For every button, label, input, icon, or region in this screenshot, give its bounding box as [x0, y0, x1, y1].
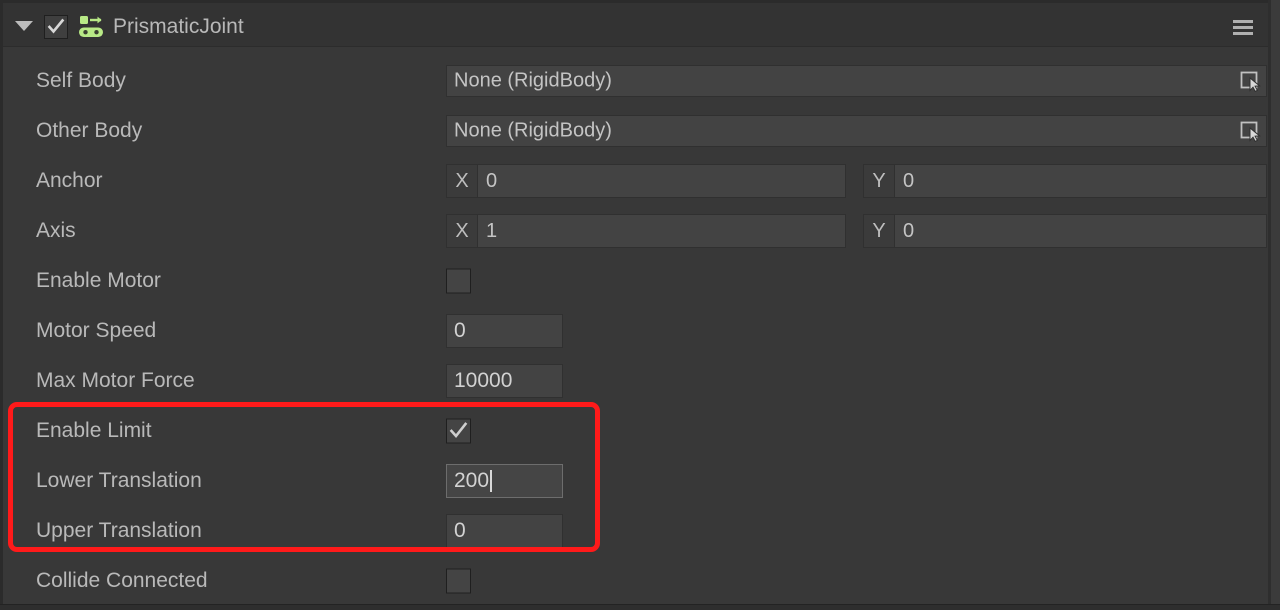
- property-row-motor-speed: Motor Speed 0: [3, 306, 1268, 356]
- object-field-other-body[interactable]: None (RigidBody): [446, 115, 1267, 147]
- axis-value-y[interactable]: 0: [895, 165, 1266, 197]
- check-icon: [449, 422, 468, 439]
- property-row-enable-motor: Enable Motor: [3, 256, 1268, 306]
- label-enable-limit: Enable Limit: [36, 419, 152, 442]
- panel-right-rail: [1271, 0, 1280, 610]
- property-row-anchor: Anchor X 0 Y 0: [3, 156, 1268, 206]
- vector-field-axis-y[interactable]: Y0: [863, 214, 1267, 248]
- property-row-enable-limit: Enable Limit: [3, 406, 1268, 456]
- check-icon: [47, 18, 65, 34]
- number-field-max-motor-force[interactable]: 10000: [446, 364, 563, 398]
- object-field-self-body[interactable]: None (RigidBody): [446, 65, 1267, 97]
- number-field-lower-translation[interactable]: 200: [446, 464, 563, 498]
- checkbox-collide-connected[interactable]: [446, 568, 471, 594]
- label-motor-speed: Motor Speed: [36, 319, 157, 342]
- property-row-max-motor-force: Max Motor Force 10000: [3, 356, 1268, 406]
- object-field-value: None (RigidBody): [454, 69, 612, 92]
- vector-field-anchor-x[interactable]: X0: [446, 164, 846, 198]
- inspector-panel: PrismaticJoint Self Body None (RigidBody)…: [0, 0, 1280, 610]
- vector-field-axis-x[interactable]: X1: [446, 214, 846, 248]
- label-collide-connected: Collide Connected: [36, 569, 208, 592]
- property-row-upper-translation: Upper Translation 0: [3, 506, 1268, 556]
- number-field-value: 10000: [454, 369, 513, 392]
- text-caret: [490, 470, 493, 492]
- panel-right-edge: [1268, 0, 1271, 610]
- number-field-upper-translation[interactable]: 0: [446, 514, 563, 548]
- property-row-lower-translation: Lower Translation 200: [3, 456, 1268, 506]
- checkbox-enable-motor[interactable]: [446, 268, 471, 294]
- axis-value-y[interactable]: 0: [895, 215, 1266, 247]
- property-row-other-body: Other Body None (RigidBody): [3, 106, 1268, 156]
- checkbox-enable-limit[interactable]: [446, 418, 471, 444]
- component-header: PrismaticJoint: [3, 3, 1268, 47]
- number-field-value: 0: [454, 319, 466, 342]
- label-axis: Axis: [36, 219, 76, 242]
- label-max-motor-force: Max Motor Force: [36, 369, 195, 392]
- axis-label-x: X: [447, 215, 478, 247]
- property-row-axis: Axis X 1 Y 0: [3, 206, 1268, 256]
- hamburger-menu-icon[interactable]: [1230, 15, 1256, 39]
- label-enable-motor: Enable Motor: [36, 269, 161, 292]
- axis-label-x: X: [447, 165, 478, 197]
- number-field-value: 0: [454, 519, 466, 542]
- vector-field-anchor-y[interactable]: Y0: [863, 164, 1267, 198]
- axis-label-y: Y: [864, 165, 895, 197]
- number-field-value: 200: [454, 469, 490, 492]
- object-field-value: None (RigidBody): [454, 119, 612, 142]
- number-field-motor-speed[interactable]: 0: [446, 314, 563, 348]
- axis-label-y: Y: [864, 215, 895, 247]
- label-upper-translation: Upper Translation: [36, 519, 202, 542]
- property-row-self-body: Self Body None (RigidBody): [3, 56, 1268, 106]
- label-other-body: Other Body: [36, 119, 143, 142]
- triangle-down-icon[interactable]: [13, 17, 35, 33]
- component-enabled-checkbox[interactable]: [44, 15, 68, 39]
- property-row-collide-connected: Collide Connected: [3, 556, 1268, 606]
- object-picker-icon[interactable]: [1239, 120, 1261, 143]
- object-picker-icon[interactable]: [1239, 70, 1261, 93]
- panel-bottom-edge: [0, 604, 1280, 610]
- label-lower-translation: Lower Translation: [36, 469, 202, 492]
- label-self-body: Self Body: [36, 69, 126, 92]
- axis-value-x[interactable]: 1: [478, 215, 845, 247]
- axis-value-x[interactable]: 0: [478, 165, 845, 197]
- prismatic-joint-icon: [78, 15, 104, 39]
- label-anchor: Anchor: [36, 169, 103, 192]
- component-title: PrismaticJoint: [113, 15, 244, 38]
